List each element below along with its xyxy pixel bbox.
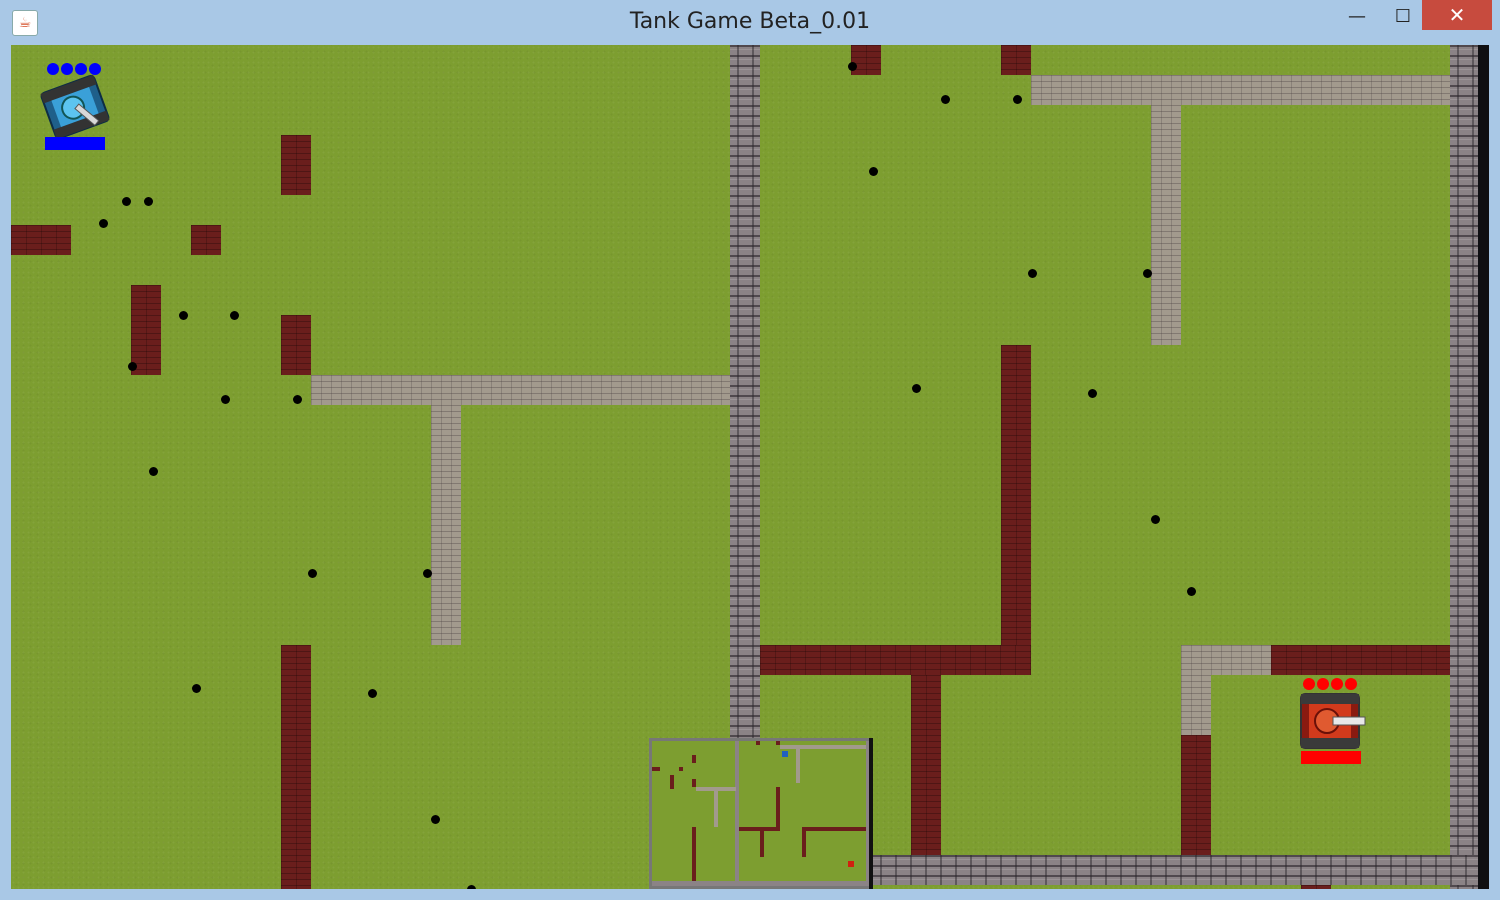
red-life-dot [1303,678,1315,690]
shell-mark [128,362,137,371]
shell-mark [869,167,878,176]
blue-life-dot [61,63,73,75]
brick-block [11,225,71,255]
window-title: Tank Game Beta_0.01 [629,9,871,34]
shell-mark [192,684,201,693]
stone-block [1151,105,1181,345]
minimap-shadow [869,738,873,889]
shell-mark [99,219,108,228]
shell-mark [149,467,158,476]
bottom-border-wall [873,855,1480,885]
shell-mark [1187,587,1196,596]
map-edge [1478,45,1489,889]
shell-mark [179,311,188,320]
brick-block [1001,345,1031,645]
shell-mark [308,569,317,578]
center-divider-wall [730,45,760,740]
close-button[interactable]: ✕ [1422,0,1492,30]
shell-mark [368,689,377,698]
brick-block [281,315,311,375]
player1-health-bar [45,137,105,150]
shell-mark [467,885,476,889]
brick-block [851,45,881,75]
shell-mark [1088,389,1097,398]
shell-mark [1028,269,1037,278]
right-border-wall [1450,45,1480,889]
brick-block [131,285,161,375]
brick-block [1301,885,1331,889]
shell-mark [122,197,131,206]
shell-mark [1013,95,1022,104]
stone-block [1181,675,1211,735]
shell-mark [1143,269,1152,278]
brick-block [760,645,1031,675]
brick-block [191,225,221,255]
stone-block [431,405,461,645]
red-life-dot [1317,678,1329,690]
red-tank-icon [1299,690,1369,756]
blue-tank-icon [39,74,111,143]
title-bar[interactable]: ☕ Tank Game Beta_0.01 — ☐ ✕ [0,0,1500,44]
shell-mark [941,95,950,104]
shell-mark [144,197,153,206]
shell-mark [221,395,230,404]
stone-block [1181,645,1271,675]
brick-block [1181,735,1211,855]
shell-mark [423,569,432,578]
brick-block [1001,45,1031,75]
blue-life-dot [47,63,59,75]
brick-block [911,675,941,855]
shell-mark [431,815,440,824]
red-life-dot [1345,678,1357,690]
shell-mark [230,311,239,320]
shell-mark [848,62,857,71]
brick-block [281,645,311,889]
game-field[interactable] [11,45,1489,889]
blue-life-dot [75,63,87,75]
red-life-dot [1331,678,1343,690]
stone-block [1031,75,1450,105]
minimap-icon [649,738,873,889]
maximize-button[interactable]: ☐ [1386,0,1420,32]
brick-block [1271,645,1450,675]
game-window: ☕ Tank Game Beta_0.01 — ☐ ✕ [0,0,1500,900]
shell-mark [912,384,921,393]
minimize-button[interactable]: — [1340,0,1374,32]
blue-life-dot [89,63,101,75]
brick-block [281,135,311,195]
shell-mark [1151,515,1160,524]
shell-mark [293,395,302,404]
stone-block [311,375,730,405]
player2-health-bar [1301,751,1361,764]
